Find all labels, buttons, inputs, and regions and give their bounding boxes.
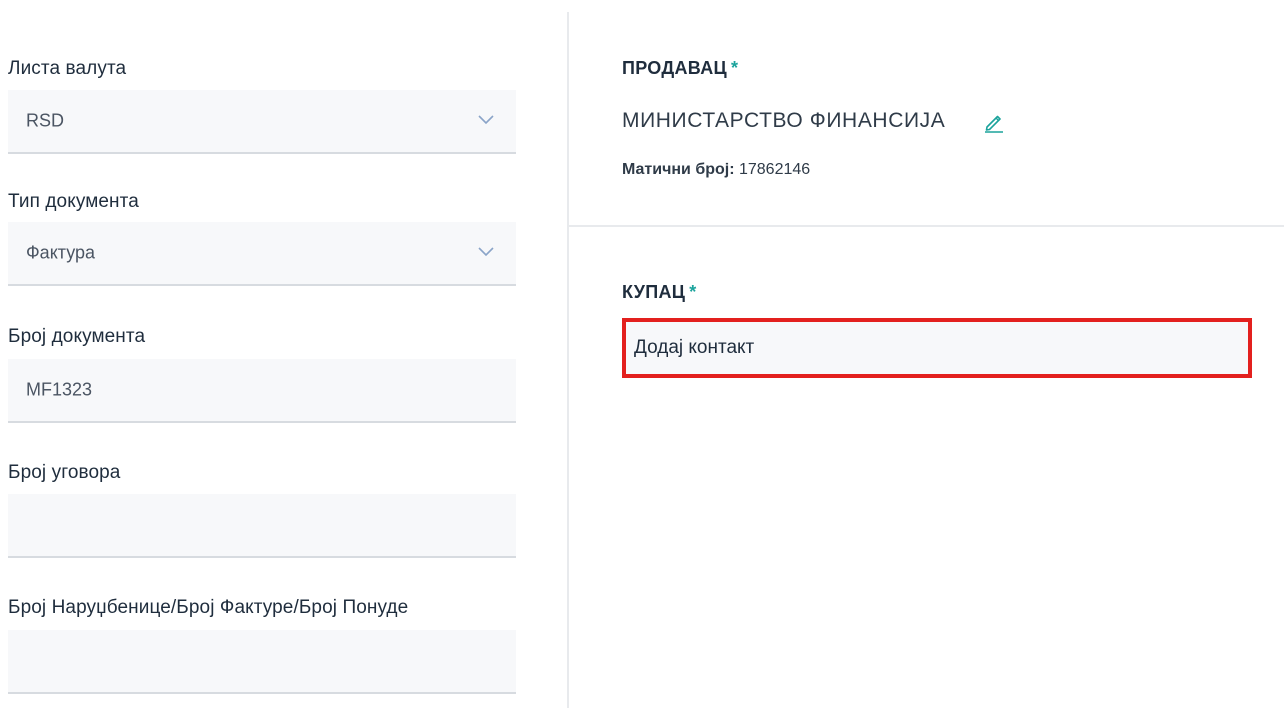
chevron-down-icon — [478, 247, 494, 257]
buyer-title-text: КУПАЦ — [622, 282, 686, 302]
seller-title-text: ПРОДАВАЦ — [622, 58, 727, 78]
chevron-down-icon — [478, 115, 494, 125]
contract-number-input[interactable] — [8, 494, 516, 558]
invoice-form-page: Листа валута RSD Тип документа Фактура Б… — [0, 0, 1284, 708]
required-mark: * — [730, 58, 739, 78]
contract-number-label: Број уговора — [8, 462, 121, 483]
seller-title: ПРОДАВАЦ * — [622, 58, 738, 79]
pencil-icon[interactable] — [983, 111, 1005, 133]
seller-registration: Матични број: 17862146 — [622, 161, 810, 179]
column-divider — [567, 12, 569, 708]
doc-type-value: Фактура — [26, 242, 96, 263]
seller-name: МИНИСТАРСТВО ФИНАНСИЈА — [622, 109, 946, 132]
currency-select[interactable]: RSD — [8, 90, 516, 154]
add-contact-button[interactable]: Додај контакт — [622, 318, 1252, 378]
reg-value: 17862146 — [738, 161, 811, 178]
order-number-input[interactable] — [8, 630, 516, 694]
doc-number-label: Број документа — [8, 326, 146, 347]
doc-type-label: Тип документа — [8, 191, 139, 212]
section-divider — [569, 225, 1284, 227]
doc-number-input[interactable]: MF1323 — [8, 359, 516, 423]
reg-label: Матични број: — [622, 161, 735, 178]
buyer-title: КУПАЦ * — [622, 282, 697, 303]
add-contact-label: Додај контакт — [634, 337, 755, 358]
order-number-label: Број Наруџбенице/Број Фактуре/Број Понуд… — [8, 597, 409, 618]
currency-value: RSD — [26, 110, 65, 131]
required-mark: * — [689, 282, 697, 302]
doc-number-value: MF1323 — [26, 379, 93, 400]
currency-label: Листа валута — [8, 58, 127, 79]
document-details-column: Листа валута RSD Тип документа Фактура Б… — [8, 0, 516, 708]
doc-type-select[interactable]: Фактура — [8, 222, 516, 286]
